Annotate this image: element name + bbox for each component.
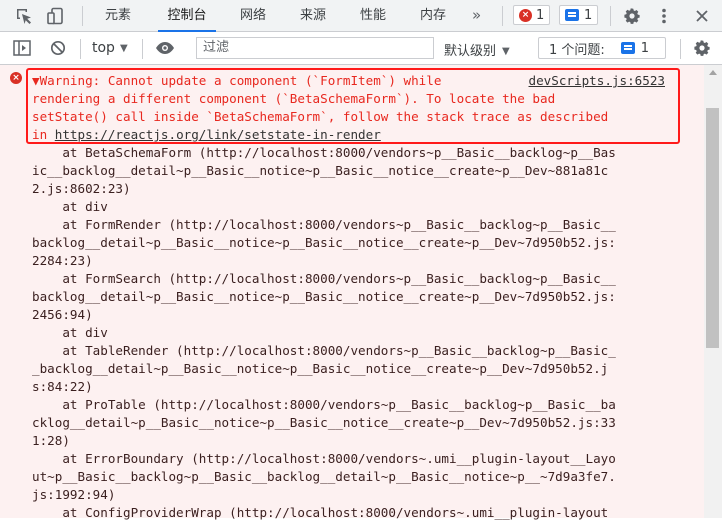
scroll-up-arrow-icon[interactable] [709,70,717,75]
stack-trace-line[interactable]: at ErrorBoundary (http://localhost:8000/… [32,450,668,468]
clear-console-icon[interactable] [48,38,68,58]
message-count: 1 [584,7,593,23]
context-label: top [92,40,115,56]
divider [80,39,81,59]
sidebar-toggle-icon[interactable] [12,38,32,58]
divider [82,6,83,26]
caret-down-icon: ▼ [119,43,128,54]
more-options-icon[interactable] [654,6,674,26]
divider [142,39,143,59]
divider [680,39,681,59]
issues-button[interactable]: 1 个问题: 1 [538,37,666,59]
divider [610,6,611,26]
stack-trace-line[interactable]: 1:28) [32,432,668,450]
error-message[interactable]: ▼Warning: Cannot update a component (`Fo… [32,72,668,522]
warning-line: setState() call inside `BetaSchemaForm`,… [32,109,609,124]
divider [502,6,503,26]
stack-trace-line[interactable]: at TableRender (http://localhost:8000/ve… [32,342,668,360]
warning-line: in https://reactjs.org/link/setstate-in-… [32,126,668,144]
caret-down-icon: ▼ [502,46,510,57]
stack-trace-line[interactable]: s:84:22) [32,378,668,396]
error-count-badge[interactable]: × 1 [513,5,551,25]
message-count-badge[interactable]: 1 [559,5,599,25]
issues-count: 1 [640,40,650,56]
message-icon [565,9,579,21]
stack-trace-line[interactable]: js:1992:94) [32,486,668,504]
stack-trace-line[interactable]: at div [32,324,668,342]
error-count: 1 [536,7,545,23]
stack-trace-line[interactable]: at ProTable (http://localhost:8000/vendo… [32,396,668,414]
tab-performance[interactable]: 性能 [354,0,392,31]
more-tabs-icon[interactable]: » [472,0,481,31]
scrollbar-thumb[interactable] [706,108,719,348]
warning-line: rendering a different component (`BetaSc… [32,91,556,106]
error-icon: × [519,8,532,22]
settings-gear-icon[interactable] [622,6,642,26]
log-level-dropdown[interactable]: 默认级别 ▼ [444,40,510,59]
stack-trace-line[interactable]: 2284:23) [32,252,668,270]
device-toolbar-icon[interactable] [46,6,66,26]
setstate-doc-link[interactable]: https://reactjs.org/link/setstate-in-ren… [55,127,381,142]
context-selector[interactable]: top ▼ [92,40,128,56]
tab-memory[interactable]: 内存 [414,0,452,31]
stack-trace-line[interactable]: _backlog__detail~p__Basic__notice~p__Bas… [32,360,668,378]
log-level-label: 默认级别 [444,44,497,59]
stack-trace-line[interactable]: backlog__detail~p__Basic__notice~p__Basi… [32,234,668,252]
devtools-tab-bar: 元素 控制台 网络 来源 性能 内存 » × 1 1 [0,0,722,32]
console-output: × devScripts.js:6523 ▼Warning: Cannot up… [0,65,722,520]
filter-input[interactable]: 过滤 [196,37,434,59]
stack-trace-line[interactable]: cklog__detail~p__Basic__notice~p__Basic_… [32,414,668,432]
issues-label: 1 个问题: [549,42,605,58]
stack-trace-line[interactable]: at FormRender (http://localhost:8000/ven… [32,216,668,234]
console-settings-gear-icon[interactable] [692,38,712,58]
stack-trace-line[interactable]: ic__backlog__detail~p__Basic__notice~p__… [32,162,668,180]
live-expression-eye-icon[interactable] [155,38,175,58]
stack-trace-line[interactable]: 2456:94) [32,306,668,324]
warning-line: ▼Warning: Cannot update a component (`Fo… [32,73,442,88]
stack-trace-line[interactable]: ut~p__Basic__backlog~p__Basic__backlog__… [32,468,668,486]
stack-trace-line[interactable]: at FormSearch (http://localhost:8000/ven… [32,270,668,288]
close-icon[interactable] [692,6,712,26]
error-icon: × [10,72,22,84]
tab-network[interactable]: 网络 [234,0,272,31]
tab-elements[interactable]: 元素 [98,0,138,31]
stack-trace-line[interactable]: at BetaSchemaForm (http://localhost:8000… [32,144,668,162]
stack-trace: at BetaSchemaForm (http://localhost:8000… [32,144,668,522]
message-icon [620,42,635,54]
warning-tail: in [32,127,55,142]
console-toolbar: top ▼ 过滤 默认级别 ▼ 1 个问题: 1 [0,32,722,65]
tab-console[interactable]: 控制台 [158,0,216,32]
stack-trace-line[interactable]: backlog__detail~p__Basic__notice~p__Basi… [32,288,668,306]
tab-sources[interactable]: 来源 [294,0,332,31]
inspect-element-icon[interactable] [14,6,34,26]
stack-trace-line[interactable]: at div [32,198,668,216]
stack-trace-line[interactable]: at ConfigProviderWrap (http://localhost:… [32,504,668,522]
stack-trace-line[interactable]: 2.js:8602:23) [32,180,668,198]
